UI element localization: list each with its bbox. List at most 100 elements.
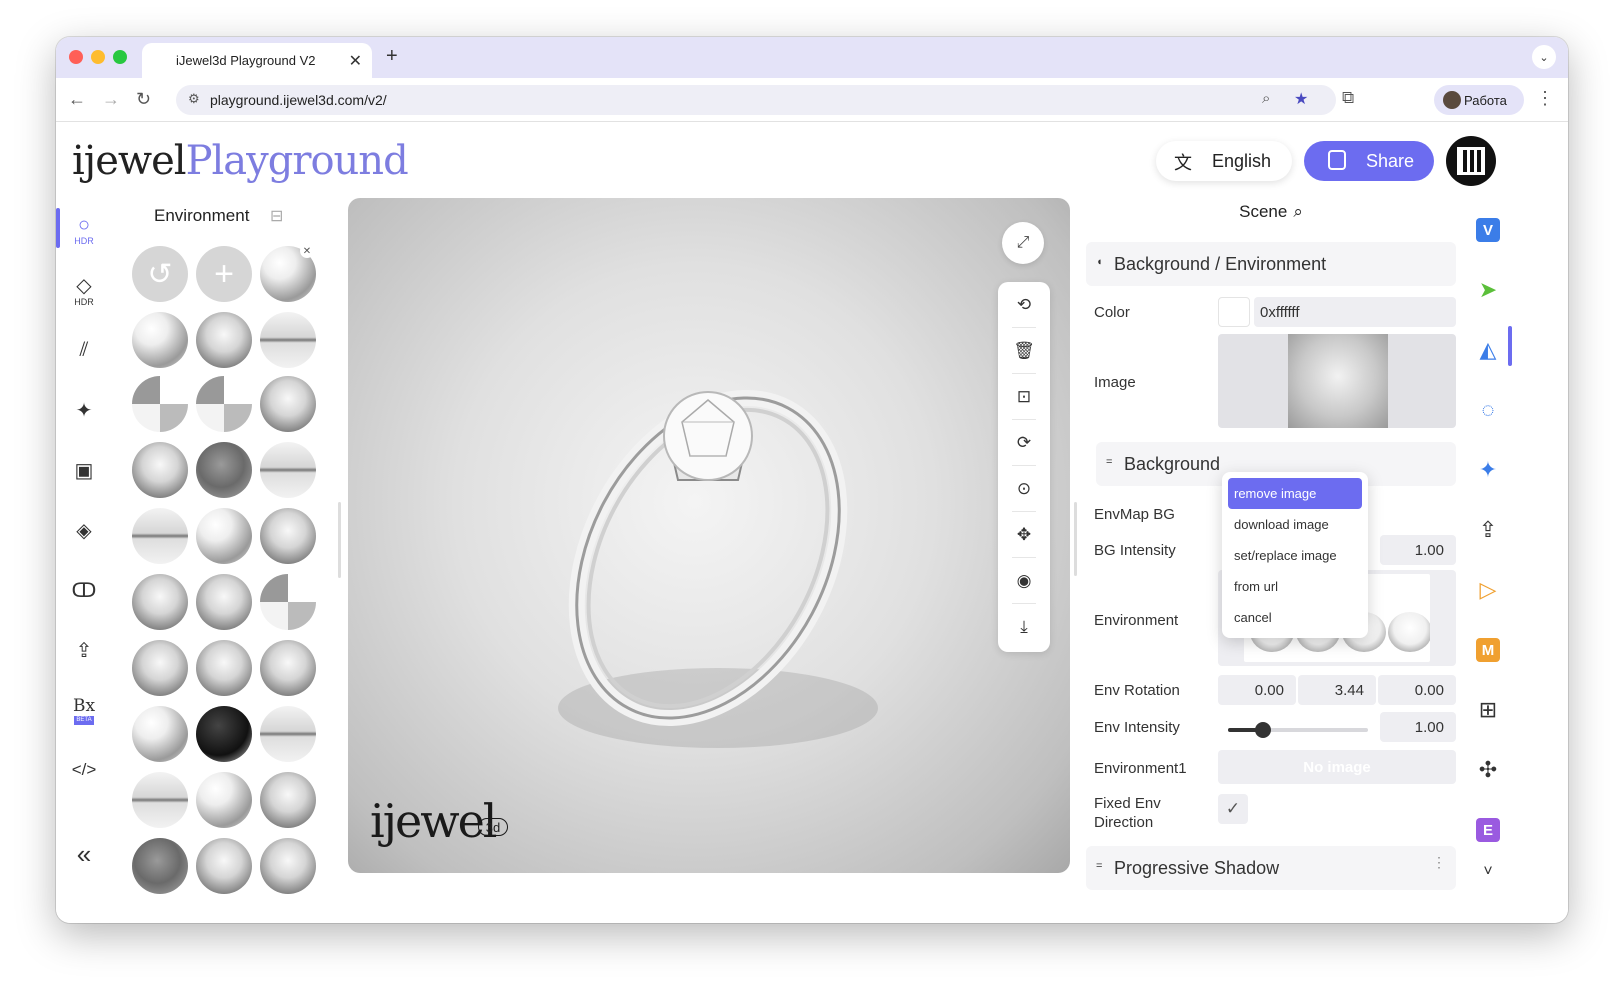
sidebar-item-hdr-environment[interactable]: ○ HDR	[66, 212, 102, 248]
sidebar-item-hdr-diamond[interactable]: ◇ HDR	[66, 272, 102, 308]
fixed-env-direction-checkbox[interactable]: ✓	[1218, 794, 1248, 824]
close-window-button[interactable]	[69, 50, 83, 64]
env-intensity-slider[interactable]	[1228, 722, 1368, 738]
env-thumbnail[interactable]	[260, 376, 316, 432]
color-swatch[interactable]	[1218, 297, 1250, 327]
plugin-cursor-button[interactable]: ➤	[1470, 272, 1506, 308]
sidebar-item-ground[interactable]: ◈	[66, 512, 102, 548]
reload-icon[interactable]: ↻	[136, 89, 151, 110]
sidebar-item-upload[interactable]: ⇪	[66, 632, 102, 668]
more-options-icon[interactable]: ⋮	[1432, 854, 1446, 871]
tab-search-chevron-icon[interactable]: ⌄	[1532, 45, 1556, 69]
sidebar-item-background[interactable]: ▣	[66, 452, 102, 488]
3d-viewport[interactable]: ⤢ ⟲ 🗑 ⊡ ⟳ ⊙ ✥ ◉ ⤓ ijewel 3d	[348, 198, 1070, 873]
env-thumbnail[interactable]	[196, 706, 252, 762]
right-sidebar-expand-button[interactable]: ˅	[1470, 854, 1506, 890]
plugin-v-button[interactable]: V	[1470, 212, 1506, 248]
slider-knob[interactable]	[1255, 722, 1271, 738]
plugin-circle-button[interactable]: ◌	[1470, 392, 1506, 428]
url-field[interactable]: ⚙ playground.ijewel3d.com/v2/ ⌕ ★	[176, 85, 1336, 115]
menu-item-remove-image[interactable]: remove image	[1228, 478, 1362, 509]
plugin-upload-button[interactable]: ⇪	[1470, 512, 1506, 548]
env-thumbnail[interactable]	[196, 312, 252, 368]
env-thumbnail[interactable]	[196, 442, 252, 498]
env-thumbnail[interactable]	[196, 772, 252, 828]
env-thumbnail[interactable]	[260, 838, 316, 894]
section-progressive-shadow[interactable]: = Progressive Shadow ⋮	[1086, 846, 1456, 890]
search-icon[interactable]: ⌕	[1293, 202, 1303, 221]
env-thumbnail[interactable]	[132, 640, 188, 696]
plugin-puzzle-button[interactable]: ✣	[1470, 752, 1506, 788]
env-thumbnail[interactable]	[196, 574, 252, 630]
env-thumbnail[interactable]	[260, 640, 316, 696]
env-thumbnail[interactable]	[260, 312, 316, 368]
env-thumbnail[interactable]	[132, 442, 188, 498]
share-button[interactable]: Share	[1304, 141, 1434, 181]
minimize-window-button[interactable]	[91, 50, 105, 64]
delete-button[interactable]: 🗑	[998, 328, 1050, 374]
env-thumbnail[interactable]	[132, 312, 188, 368]
new-tab-button[interactable]: +	[386, 45, 398, 68]
env-rotation-y-input[interactable]: 3.44	[1298, 675, 1376, 705]
extensions-icon[interactable]: ⧉	[1342, 88, 1354, 108]
rotate-button[interactable]: ⟲	[998, 282, 1050, 328]
back-arrow-icon[interactable]: ←	[68, 89, 86, 110]
env-intensity-input[interactable]: 1.00	[1380, 712, 1456, 742]
menu-item-download-image[interactable]: download image	[1228, 509, 1362, 540]
book-icon[interactable]: ⊟	[270, 206, 283, 226]
app-logo[interactable]: ijewelPlayground	[72, 138, 409, 184]
menu-item-cancel[interactable]: cancel	[1228, 602, 1362, 633]
environment-scrollbar[interactable]	[338, 502, 341, 578]
plugin-play-button[interactable]: ▷	[1470, 572, 1506, 608]
reset-environment-button[interactable]: ↺	[132, 246, 188, 302]
zoom-icon[interactable]: ⌕	[1262, 90, 1270, 107]
plugin-grid-button[interactable]: ⊞	[1470, 692, 1506, 728]
tab-close-icon[interactable]: ✕	[349, 51, 362, 71]
bg-intensity-input[interactable]: 1.00	[1380, 535, 1456, 565]
site-settings-icon[interactable]: ⚙	[188, 91, 200, 107]
env-thumbnail[interactable]	[132, 706, 188, 762]
plugin-star-button[interactable]: ✦	[1470, 452, 1506, 488]
env-thumbnail[interactable]	[132, 772, 188, 828]
color-input[interactable]: 0xffffff	[1254, 297, 1456, 327]
env-rotation-x-input[interactable]: 0.00	[1218, 675, 1296, 705]
maximize-window-button[interactable]	[113, 50, 127, 64]
plugin-shapes-button[interactable]: ◭	[1470, 332, 1506, 368]
forward-arrow-icon[interactable]: →	[102, 89, 120, 110]
env-thumbnail[interactable]	[260, 508, 316, 564]
fullscreen-button[interactable]: ⤢	[1002, 222, 1044, 264]
auto-rotate-button[interactable]: ⟳	[998, 420, 1050, 466]
sidebar-item-materials[interactable]: ⫽	[66, 332, 102, 368]
env-thumbnail[interactable]	[132, 574, 188, 630]
sidebar-item-bx[interactable]: Bx BETA	[66, 692, 102, 728]
env-thumbnail[interactable]	[132, 376, 188, 432]
section-background-environment[interactable]: ◖ Background / Environment	[1086, 242, 1456, 286]
bookmark-star-icon[interactable]: ★	[1294, 89, 1308, 109]
sidebar-item-models[interactable]: ↀ	[66, 572, 102, 608]
env-thumbnail[interactable]	[196, 640, 252, 696]
plugin-m-button[interactable]: M	[1470, 632, 1506, 668]
env-thumbnail[interactable]	[260, 772, 316, 828]
sidebar-collapse-button[interactable]: «	[66, 836, 102, 872]
env-thumbnail[interactable]	[196, 838, 252, 894]
environment1-dropzone[interactable]: No image	[1218, 750, 1456, 784]
play-button[interactable]: ⊙	[998, 466, 1050, 512]
menu-item-from-url[interactable]: from url	[1228, 571, 1362, 602]
remove-thumbnail-icon[interactable]: ✕	[300, 244, 314, 258]
add-environment-button[interactable]: +	[196, 246, 252, 302]
env-thumbnail[interactable]	[132, 838, 188, 894]
browser-tab[interactable]: iJewel3d Playground V2 ✕	[142, 43, 372, 78]
move-button[interactable]: ✥	[998, 512, 1050, 558]
viewport-scrollbar[interactable]	[1074, 502, 1077, 576]
env-thumbnail[interactable]	[132, 508, 188, 564]
profile-button[interactable]: Работа	[1434, 85, 1524, 115]
focus-button[interactable]: ⊡	[998, 374, 1050, 420]
qr-avatar-button[interactable]	[1446, 136, 1496, 186]
snapshot-button[interactable]: ◉	[998, 558, 1050, 604]
background-image-preview[interactable]	[1218, 334, 1456, 428]
language-button[interactable]: 文 English	[1156, 141, 1292, 181]
env-thumbnail[interactable]	[260, 574, 316, 630]
env-thumbnail[interactable]	[260, 706, 316, 762]
env-rotation-z-input[interactable]: 0.00	[1378, 675, 1456, 705]
env-thumbnail[interactable]	[260, 442, 316, 498]
